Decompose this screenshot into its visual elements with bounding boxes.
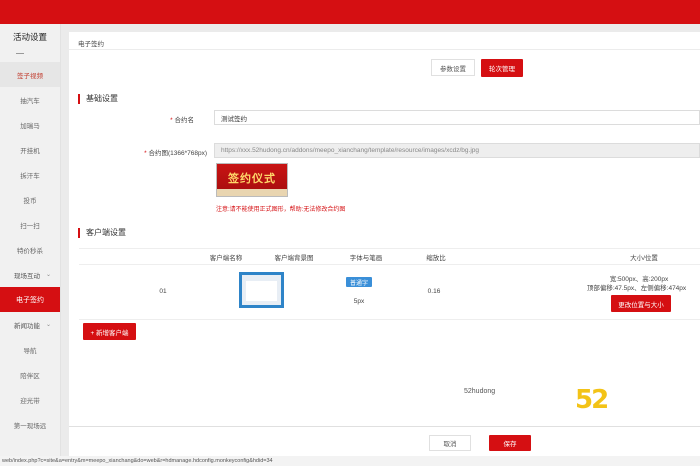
client-bg-thumbnail[interactable] bbox=[239, 272, 284, 308]
contract-image-preview: 签约仪式 bbox=[216, 163, 288, 197]
sidebar-item-video[interactable]: 签子视频 bbox=[0, 62, 60, 87]
sidebar-item-e-sign[interactable]: 电子签约 bbox=[0, 287, 60, 312]
sidebar-item-nav[interactable]: 导航 bbox=[0, 337, 60, 362]
sidebar-group-live-label: 现场互动 bbox=[14, 272, 40, 280]
client-row-offset: 顶部偏移:47.5px、左侧偏移:474px bbox=[586, 285, 687, 292]
sidebar-group-news[interactable]: 新闻功能 ⌄ bbox=[0, 312, 60, 337]
contract-image-label: * 合约图(1366*768px) bbox=[144, 150, 207, 157]
col-client-name: 客户端名称 bbox=[209, 255, 243, 262]
params-settings-button[interactable]: 参数设置 bbox=[431, 59, 475, 76]
contract-name-label: * 合约名 bbox=[170, 117, 194, 124]
sidebar-item-truck[interactable]: 拆汗车 bbox=[0, 162, 60, 187]
client-table-header: 客户端名称 客户端背景图 字体与笔画 缩放比 大小/位置 bbox=[79, 248, 700, 265]
cancel-button[interactable]: 取消 bbox=[429, 435, 471, 451]
sidebar-item-car[interactable]: 抽汽车 bbox=[0, 87, 60, 112]
sidebar-item-machine[interactable]: 开挂机 bbox=[0, 137, 60, 162]
col-scale: 缩放比 bbox=[426, 255, 446, 262]
change-position-size-button[interactable]: 更改位置与大小 bbox=[611, 295, 671, 312]
client-settings-title: 客户端设置 bbox=[78, 228, 126, 238]
watermark-text: 52hudong bbox=[464, 388, 496, 395]
sidebar-group-live[interactable]: 现场互动 ⌄ bbox=[0, 262, 60, 287]
browser-status-url: web/index.php?c=site&a=entry&m=meepo_xia… bbox=[0, 456, 700, 466]
footer-action-bar: 取消 保存 bbox=[69, 426, 700, 456]
sidebar-item-light-band[interactable]: 迎光带 bbox=[0, 387, 60, 412]
col-font-stroke: 字体与笔画 bbox=[349, 255, 383, 262]
sidebar-item-horse[interactable]: 加瑞马 bbox=[0, 112, 60, 137]
basic-settings-title: 基础设置 bbox=[78, 94, 118, 104]
sidebar-title-divider bbox=[16, 53, 24, 54]
contract-image-title: 签约仪式 bbox=[228, 173, 276, 185]
sidebar-group-news-label: 新闻功能 bbox=[14, 322, 40, 330]
client-row-scale: 0.16 bbox=[427, 288, 441, 295]
chevron-down-icon: ⌄ bbox=[46, 322, 52, 328]
contract-image-warning: 注意:请不能使用正式图形，帮助:无法修改合约图 bbox=[216, 207, 346, 213]
save-button[interactable]: 保存 bbox=[489, 435, 531, 451]
sidebar-item-companion[interactable]: 陪伴区 bbox=[0, 362, 60, 387]
breadcrumb-divider bbox=[69, 49, 700, 50]
sidebar-item-first-scene[interactable]: 第一现场远 bbox=[0, 412, 60, 437]
col-client-bg: 客户端背景图 bbox=[274, 255, 314, 262]
client-row-stroke: 5px bbox=[353, 298, 365, 305]
sidebar: 活动设置 签子视频 抽汽车 加瑞马 开挂机 拆汗车 投币 扫一扫 特价秒杀 现场… bbox=[0, 24, 61, 456]
col-size-position: 大小/位置 bbox=[630, 255, 658, 262]
sidebar-item-flash-sale[interactable]: 特价秒杀 bbox=[0, 237, 60, 262]
client-row-name: 01 bbox=[159, 288, 167, 295]
contract-name-input[interactable]: 测试签约 bbox=[214, 110, 700, 125]
top-header-bar bbox=[0, 0, 700, 24]
table-row-divider bbox=[79, 319, 700, 320]
sidebar-item-scan[interactable]: 扫一扫 bbox=[0, 212, 60, 237]
contract-image-url-input: https://xxx.52hudong.cn/addons/meepo_xia… bbox=[214, 143, 700, 158]
sidebar-title: 活动设置 bbox=[12, 32, 47, 42]
breadcrumb: 电子签约 bbox=[78, 41, 104, 48]
font-style-badge[interactable]: 普通字 bbox=[346, 277, 372, 287]
main-panel: 电子签约 参数设置 轮次管理 基础设置 * 合约名 测试签约 * 合约图(136… bbox=[69, 32, 700, 426]
add-client-button[interactable]: + 新增客户端 bbox=[83, 323, 136, 340]
sidebar-item-coin[interactable]: 投币 bbox=[0, 187, 60, 212]
rounds-manage-button[interactable]: 轮次管理 bbox=[481, 59, 523, 77]
site-logo: 52 bbox=[575, 385, 609, 415]
chevron-down-icon: ⌄ bbox=[46, 272, 52, 278]
